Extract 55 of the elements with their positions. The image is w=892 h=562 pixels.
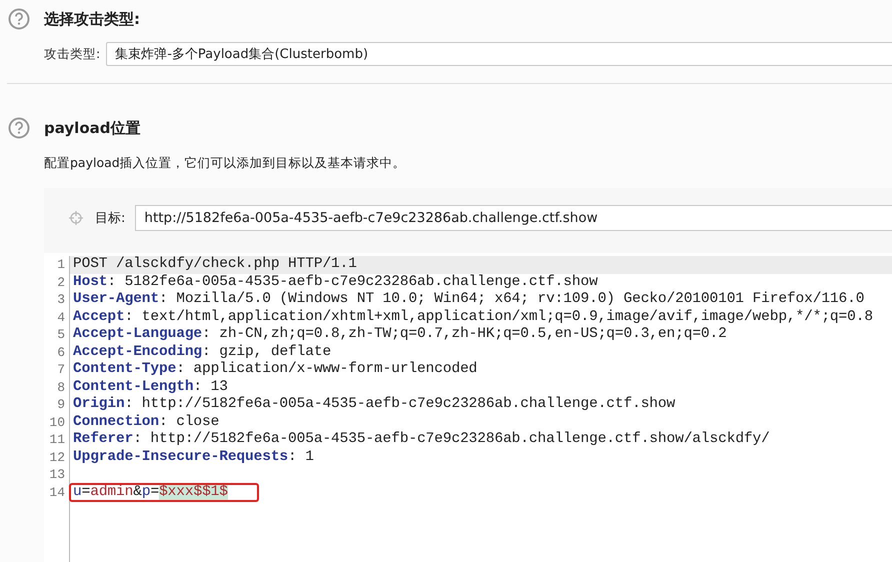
code-text: : gzip, deflate bbox=[202, 344, 332, 360]
crosshair-icon bbox=[69, 211, 83, 225]
header-name: Accept-Language bbox=[73, 326, 202, 342]
code-text: : 13 bbox=[193, 378, 228, 394]
section-title: payload位置 bbox=[44, 118, 140, 138]
target-field[interactable]: http://5182fe6a-005a-4535-aefb-c7e9c23286ab.challenge.ctf.show bbox=[135, 205, 892, 231]
line-number: 9 bbox=[56, 396, 66, 414]
code-text: : 5182fe6a-005a-4535-aefb-c7e9c23286ab.challenge.ctf.show bbox=[107, 274, 598, 290]
line-number: 6 bbox=[56, 344, 66, 361]
code-text: : http://5182fe6a-005a-4535-aefb-c7e9c23286ab.challenge.ctf.show bbox=[124, 396, 676, 412]
header-name: Host bbox=[73, 274, 108, 290]
line-number: 13 bbox=[48, 466, 66, 484]
line-number: 7 bbox=[56, 361, 66, 378]
header-name: Connection bbox=[73, 414, 160, 430]
header-name: Origin bbox=[73, 396, 125, 412]
payload-marker: $xxx$$1$ bbox=[159, 484, 228, 500]
line-number: 1 bbox=[56, 256, 66, 274]
code-text: : close bbox=[159, 414, 220, 430]
line-number: 14 bbox=[48, 484, 66, 501]
line-number: 5 bbox=[56, 326, 66, 344]
param-name: p bbox=[142, 484, 150, 500]
help-icon[interactable] bbox=[8, 117, 30, 139]
help-icon[interactable] bbox=[8, 8, 30, 30]
header-name: Content-Length bbox=[73, 378, 194, 394]
param-value: admin bbox=[90, 484, 134, 500]
line-number: 3 bbox=[56, 291, 66, 308]
line-number: 10 bbox=[48, 414, 66, 431]
section-description: 配置payload插入位置，它们可以添加到目标以及基本请求中。 bbox=[44, 155, 407, 172]
header-name: Accept bbox=[73, 308, 125, 324]
header-name: Content-Type bbox=[73, 361, 176, 377]
code-text: : Mozilla/5.0 (Windows NT 10.0; Win64; x64; rv:109.0) Gecko/20100101 Firefox/116.0 bbox=[159, 291, 864, 307]
header-name: Referer bbox=[73, 431, 134, 447]
section-title: 选择攻击类型: bbox=[44, 10, 140, 28]
code-text: : 1 bbox=[288, 448, 314, 464]
field-label: 攻击类型: bbox=[44, 46, 100, 62]
line-number: 11 bbox=[48, 431, 66, 448]
code-text: POST /alsckdfy/check.php HTTP/1.1 bbox=[73, 256, 357, 272]
code-text: : http://5182fe6a-005a-4535-aefb-c7e9c23286ab.challenge.ctf.show/alsckdfy/ bbox=[133, 431, 770, 447]
code-text: : text/html,application/xhtml+xml,application/xml;q=0.9,image/avif,image/webp,*/*;q=0.8 bbox=[124, 308, 873, 324]
param-name: u bbox=[73, 484, 82, 500]
code-text: = bbox=[150, 484, 160, 500]
code-text: : application/x-www-form-urlencoded bbox=[176, 361, 478, 377]
header-name: Upgrade-Insecure-Requests bbox=[73, 448, 288, 464]
attack-type-dropdown[interactable]: 集束炸弹-多个Payload集合(Clusterbomb) bbox=[106, 42, 892, 66]
line-number: 4 bbox=[56, 308, 66, 326]
line-number: 8 bbox=[56, 378, 66, 396]
target-label: 目标: bbox=[95, 210, 126, 227]
code-text: : zh-CN,zh;q=0.8,zh-TW;q=0.7,zh-HK;q=0.5,en-US;q=0.3,en;q=0.2 bbox=[202, 326, 727, 342]
code-text: = bbox=[82, 484, 90, 500]
line-number: 12 bbox=[48, 448, 66, 466]
code-text: & bbox=[133, 484, 142, 500]
line-number: 2 bbox=[56, 274, 66, 291]
header-name: User-Agent bbox=[73, 291, 160, 307]
header-name: Accept-Encoding bbox=[73, 344, 202, 360]
request-editor[interactable] bbox=[44, 253, 892, 562]
